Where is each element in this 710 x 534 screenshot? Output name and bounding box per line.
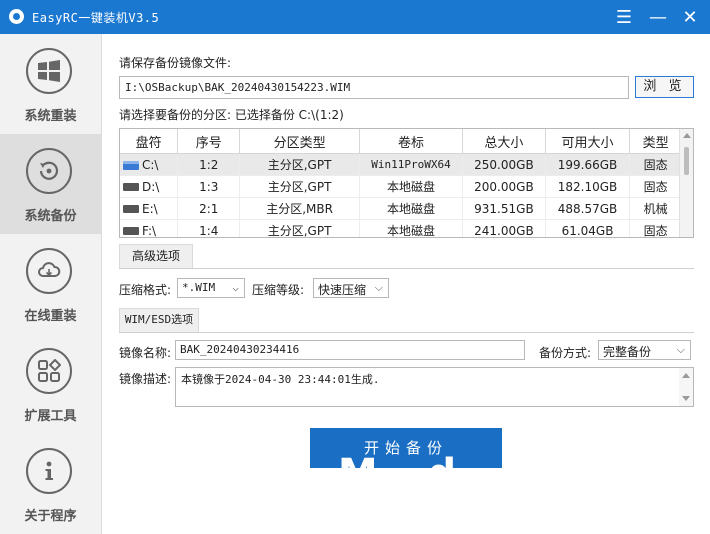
tab-advanced-options[interactable]: 高级选项: [119, 244, 193, 268]
compress-format-label: 压缩格式:: [119, 283, 172, 297]
title-bar: EasyRC一键装机V3.5 ☰ — ✕: [0, 0, 710, 34]
scroll-down-icon[interactable]: [682, 396, 690, 401]
chevron-down-icon: ⌵: [374, 281, 383, 294]
col-disk-type[interactable]: 类型: [629, 129, 682, 154]
col-drive[interactable]: 盘符: [120, 129, 179, 154]
total-size-cell: 931.51GB: [462, 197, 546, 220]
index-cell: 1:4: [177, 219, 241, 237]
button-watermark-logo: M d: [310, 454, 502, 468]
total-size-cell: 241.00GB: [462, 219, 546, 237]
disk-type-cell: 机械: [629, 197, 682, 220]
browse-button[interactable]: 浏 览: [635, 76, 694, 98]
volume-label-cell: 本地磁盘: [359, 197, 464, 220]
scroll-up-icon[interactable]: [682, 373, 690, 378]
volume-label-cell: 本地磁盘: [359, 175, 464, 198]
index-cell: 2:1: [177, 197, 241, 220]
partition-select-label: 请选择要备份的分区: 已选择备份 C:\(1:2): [119, 108, 344, 122]
disk-type-cell: 固态: [629, 219, 682, 237]
wim-divider: [119, 332, 694, 333]
index-cell: 1:3: [177, 175, 241, 198]
free-size-cell: 199.66GB: [545, 153, 631, 176]
col-partition-type[interactable]: 分区类型: [239, 129, 360, 154]
sidebar-item-about[interactable]: 关于程序: [0, 434, 101, 534]
compress-format-select[interactable]: *.WIM ⌵: [177, 278, 245, 298]
windows-icon: [26, 48, 72, 94]
sidebar-item-system-backup[interactable]: 系统备份: [0, 134, 101, 234]
table-row[interactable]: C:\ 1:2 主分区,GPT Win11ProWX64 250.00GB 19…: [120, 153, 682, 176]
image-name-label: 镜像名称:: [119, 346, 172, 360]
partition-type-cell: 主分区,MBR: [239, 197, 360, 220]
table-row[interactable]: E:\ 2:1 主分区,MBR 本地磁盘 931.51GB 488.57GB 机…: [120, 197, 682, 220]
drive-icon: [123, 205, 139, 213]
system-drive-icon: [123, 160, 139, 170]
window-title: EasyRC一键装机V3.5: [32, 11, 160, 25]
table-row[interactable]: D:\ 1:3 主分区,GPT 本地磁盘 200.00GB 182.10GB 固…: [120, 175, 682, 198]
sidebar-item-label: 系统备份: [24, 209, 77, 224]
sidebar-item-label: 关于程序: [24, 509, 77, 524]
image-desc-label: 镜像描述:: [119, 372, 172, 386]
total-size-cell: 250.00GB: [462, 153, 546, 176]
col-index[interactable]: 序号: [177, 129, 241, 154]
sidebar-item-extension-tools[interactable]: 扩展工具: [0, 334, 101, 434]
partition-type-cell: 主分区,GPT: [239, 175, 360, 198]
free-size-cell: 182.10GB: [545, 175, 631, 198]
sidebar: 系统重装 系统备份 在线重装 扩展工具 关于程序: [0, 34, 102, 534]
table-header-row: 盘符 序号 分区类型 卷标 总大小 可用大小 类型: [120, 129, 682, 154]
drive-icon: [123, 183, 139, 191]
backup-mode-select[interactable]: 完整备份 ⌵: [598, 340, 691, 360]
drive-cell: F:\: [120, 219, 179, 237]
volume-label-cell: 本地磁盘: [359, 219, 464, 237]
sidebar-item-online-reinstall[interactable]: 在线重装: [0, 234, 101, 334]
index-cell: 1:2: [177, 153, 241, 176]
chevron-down-icon: ⌵: [232, 281, 239, 294]
cloud-icon: [26, 248, 72, 294]
sidebar-item-label: 系统重装: [24, 109, 77, 124]
image-name-input[interactable]: BAK_20240430234416: [175, 340, 525, 360]
col-total-size[interactable]: 总大小: [462, 129, 546, 154]
backup-icon: [26, 148, 72, 194]
info-icon: [26, 448, 72, 494]
backup-path-input[interactable]: I:\OSBackup\BAK_20240430154223.WIM: [119, 76, 629, 99]
minimize-icon[interactable]: —: [641, 0, 675, 34]
free-size-cell: 61.04GB: [545, 219, 631, 237]
sidebar-item-label: 在线重装: [24, 309, 77, 324]
close-icon[interactable]: ✕: [673, 0, 707, 34]
drive-icon: [123, 227, 139, 235]
compress-level-select[interactable]: 快速压缩 ⌵: [313, 278, 389, 298]
desc-scrollbar[interactable]: [679, 368, 693, 406]
scroll-up-icon[interactable]: [683, 133, 691, 138]
save-path-label: 请保存备份镜像文件:: [119, 56, 232, 70]
volume-label-cell: Win11ProWX64: [359, 153, 464, 176]
drive-cell: D:\: [120, 175, 179, 198]
col-volume-label[interactable]: 卷标: [359, 129, 464, 154]
total-size-cell: 200.00GB: [462, 175, 546, 198]
apps-icon: [26, 348, 72, 394]
advanced-divider: [119, 268, 694, 269]
image-desc-textarea[interactable]: 本镜像于2024-04-30 23:44:01生成.: [175, 367, 694, 407]
scroll-thumb[interactable]: [684, 147, 689, 175]
start-backup-button[interactable]: 开始备份 M d: [310, 428, 502, 468]
drive-cell: E:\: [120, 197, 179, 220]
table-scrollbar[interactable]: [679, 129, 693, 237]
sidebar-item-label: 扩展工具: [24, 409, 77, 424]
disk-type-cell: 固态: [629, 153, 682, 176]
partition-type-cell: 主分区,GPT: [239, 153, 360, 176]
menu-icon[interactable]: ☰: [607, 0, 641, 34]
disk-type-cell: 固态: [629, 175, 682, 198]
chevron-down-icon: ⌵: [676, 343, 685, 356]
table-row[interactable]: F:\ 1:4 主分区,GPT 本地磁盘 241.00GB 61.04GB 固态: [120, 219, 682, 237]
app-logo-icon: [9, 9, 24, 24]
tab-wim-esd-options[interactable]: WIM/ESD选项: [119, 308, 199, 332]
sidebar-item-system-reinstall[interactable]: 系统重装: [0, 34, 101, 134]
partition-table: 盘符 序号 分区类型 卷标 总大小 可用大小 类型 C:\ 1:2 主分区,GP…: [119, 128, 694, 238]
free-size-cell: 488.57GB: [545, 197, 631, 220]
partition-type-cell: 主分区,GPT: [239, 219, 360, 237]
backup-panel: 请保存备份镜像文件: I:\OSBackup\BAK_2024043015422…: [101, 34, 710, 534]
drive-cell: C:\: [120, 153, 179, 176]
compress-level-label: 压缩等级:: [252, 283, 305, 297]
col-free-size[interactable]: 可用大小: [545, 129, 631, 154]
backup-mode-label: 备份方式:: [539, 346, 592, 360]
